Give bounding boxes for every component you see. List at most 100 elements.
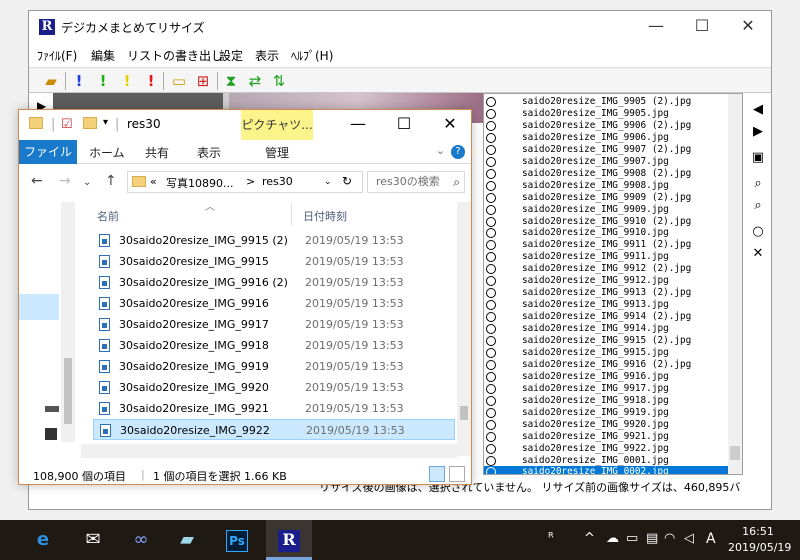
address-overflow[interactable]: « xyxy=(150,175,157,188)
file-list-item[interactable]: saido20resize_IMG_9921.jpg xyxy=(484,431,728,443)
status-circle-icon[interactable] xyxy=(486,336,496,346)
file-list-item[interactable]: saido20resize_IMG_9908.jpg xyxy=(484,180,728,192)
mark-yellow-icon[interactable]: ! xyxy=(117,71,137,91)
file-list-item[interactable]: saido20resize_IMG_9905.jpg xyxy=(484,108,728,120)
explorer-maximize-button[interactable]: ☐ xyxy=(381,110,427,140)
status-circle-icon[interactable] xyxy=(486,347,496,358)
zoom-in-icon[interactable]: ⌕ xyxy=(749,175,767,193)
file-list-item[interactable]: saido20resize_IMG_9918.jpg xyxy=(484,395,728,407)
status-circle-icon[interactable] xyxy=(486,264,496,275)
edge-icon[interactable]: e xyxy=(20,520,66,560)
status-circle-icon[interactable] xyxy=(486,324,496,335)
status-circle-icon[interactable] xyxy=(486,192,496,203)
crop-icon[interactable]: ⊞ xyxy=(193,71,213,91)
file-list-scrollbar[interactable] xyxy=(728,94,742,474)
status-circle-icon[interactable] xyxy=(486,204,496,215)
ime-indicator[interactable]: A xyxy=(706,531,716,547)
status-circle-icon[interactable] xyxy=(486,431,496,442)
file-list-item[interactable]: saido20resize_IMG_9906 (2).jpg xyxy=(484,120,728,132)
close-button[interactable]: ✕ xyxy=(725,11,771,43)
status-circle-icon[interactable] xyxy=(486,359,496,370)
tab-home[interactable]: ホーム xyxy=(89,144,125,161)
breadcrumb-photos[interactable]: 写真10890... xyxy=(166,175,233,191)
recent-dropdown-icon[interactable]: ⌄ xyxy=(83,177,91,188)
file-list-item[interactable]: saido20resize_IMG_9910 (2).jpg xyxy=(484,216,728,228)
status-circle-icon[interactable] xyxy=(486,240,496,251)
status-circle-icon[interactable] xyxy=(486,156,496,167)
status-circle-icon[interactable] xyxy=(486,168,496,179)
navigation-pane[interactable] xyxy=(19,202,75,442)
mail-icon[interactable]: ✉ xyxy=(70,520,116,560)
minimize-button[interactable]: — xyxy=(633,11,679,43)
file-list-item[interactable]: saido20resize_IMG_9911 (2).jpg xyxy=(484,239,728,251)
breadcrumb-res30[interactable]: res30 xyxy=(262,175,293,188)
status-circle-icon[interactable] xyxy=(486,144,496,155)
file-list-item[interactable]: saido20resize_IMG_9916.jpg xyxy=(484,371,728,383)
file-list-hscrollbar[interactable] xyxy=(81,444,457,458)
cross-icon[interactable]: ✕ xyxy=(749,245,767,263)
status-circle-icon[interactable] xyxy=(486,371,496,382)
column-divider[interactable] xyxy=(291,202,292,226)
file-list-item[interactable]: saido20resize_IMG_9915.jpg xyxy=(484,347,728,359)
select-frame-icon[interactable]: ▭ xyxy=(169,71,189,91)
file-list-item[interactable]: saido20resize_IMG_9908 (2).jpg xyxy=(484,168,728,180)
tab-file[interactable]: ファイル xyxy=(19,140,77,164)
menu-file[interactable]: ﾌｧｲﾙ(F) xyxy=(37,47,77,64)
battery-icon[interactable]: ▭ xyxy=(626,531,638,546)
file-list-item[interactable]: saido20resize_IMG_9907 (2).jpg xyxy=(484,144,728,156)
file-list-item[interactable]: saido20resize_IMG_9909 (2).jpg xyxy=(484,192,728,204)
refresh-icon[interactable]: ↻ xyxy=(342,174,352,188)
table-row[interactable]: 30saido20resize_IMG_9917 2019/05/19 13:53 xyxy=(93,314,455,335)
up-arrow-icon[interactable]: ↑ xyxy=(105,173,117,189)
taskbar-clock[interactable]: 16:51 2019/05/19 xyxy=(728,524,791,556)
file-list-item[interactable]: saido20resize_IMG_9910.jpg xyxy=(484,227,728,239)
search-icon[interactable]: ⌕ xyxy=(453,172,460,192)
status-circle-icon[interactable] xyxy=(486,132,496,143)
explorer-close-button[interactable]: ✕ xyxy=(427,110,473,140)
updown-icon[interactable]: ⇅ xyxy=(269,71,289,91)
file-list-item[interactable]: saido20resize_IMG_9914.jpg xyxy=(484,323,728,335)
file-list-item[interactable]: saido20resize_IMG_9917.jpg xyxy=(484,383,728,395)
menu-help[interactable]: ﾍﾙﾌﾟ(H) xyxy=(291,47,333,64)
open-folder-icon[interactable]: ▰ xyxy=(41,71,61,91)
file-list-item[interactable]: saido20resize_IMG_9914 (2).jpg xyxy=(484,311,728,323)
search-input[interactable]: res30の検索 ⌕ xyxy=(367,171,465,193)
table-row[interactable]: 30saido20resize_IMG_9920 2019/05/19 13:53 xyxy=(93,377,455,398)
drive-icon[interactable] xyxy=(45,406,59,412)
file-list-item[interactable]: saido20resize_IMG_9916 (2).jpg xyxy=(484,359,728,371)
link-icon[interactable]: ∞ xyxy=(118,520,164,560)
file-list-item[interactable]: saido20resize_IMG_9905 (2).jpg xyxy=(484,96,728,108)
status-circle-icon[interactable] xyxy=(486,300,496,311)
file-list-item[interactable]: saido20resize_IMG_9911.jpg xyxy=(484,251,728,263)
status-circle-icon[interactable] xyxy=(486,455,496,466)
tray-expand-icon[interactable]: ^ xyxy=(584,531,595,546)
file-list-item[interactable]: saido20resize_IMG_9912.jpg xyxy=(484,275,728,287)
volume-icon[interactable]: ◁ xyxy=(684,531,694,546)
swap-icon[interactable]: ⇄ xyxy=(245,71,265,91)
network-tray-icon[interactable]: ▤ xyxy=(646,531,658,546)
table-row[interactable]: 30saido20resize_IMG_9916 2019/05/19 13:53 xyxy=(93,293,455,314)
table-row[interactable]: 30saido20resize_IMG_9915 (2) 2019/05/19 1… xyxy=(93,230,455,251)
menu-export[interactable]: リストの書き出し xyxy=(127,47,223,64)
nav-pane-scrollbar[interactable] xyxy=(61,202,75,442)
new-folder-icon[interactable] xyxy=(83,117,97,133)
status-circle-icon[interactable] xyxy=(486,288,496,299)
zoom-out-icon[interactable]: ⌕ xyxy=(749,197,767,215)
save-icon[interactable]: ▣ xyxy=(749,149,767,167)
column-header-date[interactable]: 日付時刻 xyxy=(303,208,347,224)
details-view-icon[interactable] xyxy=(429,466,445,482)
file-list-item[interactable]: saido20resize_IMG_9912 (2).jpg xyxy=(484,263,728,275)
status-circle-icon[interactable] xyxy=(486,97,496,107)
people-icon[interactable]: ᴿ xyxy=(548,531,554,546)
large-icons-view-icon[interactable] xyxy=(449,466,465,482)
scrollbar-thumb[interactable] xyxy=(730,446,740,460)
tab-manage[interactable]: 管理 xyxy=(265,144,289,161)
file-list-item[interactable]: saido20resize_IMG_9913 (2).jpg xyxy=(484,287,728,299)
file-list-item[interactable]: saido20resize_IMG_9909.jpg xyxy=(484,204,728,216)
table-row[interactable]: 30saido20resize_IMG_9918 2019/05/19 13:53 xyxy=(93,335,455,356)
status-circle-icon[interactable] xyxy=(486,395,496,406)
file-list-item[interactable]: saido20resize_IMG_9922.jpg xyxy=(484,443,728,455)
tab-view[interactable]: 表示 xyxy=(197,144,221,161)
status-circle-icon[interactable] xyxy=(486,216,496,227)
menu-settings[interactable]: 設定 xyxy=(219,47,243,64)
